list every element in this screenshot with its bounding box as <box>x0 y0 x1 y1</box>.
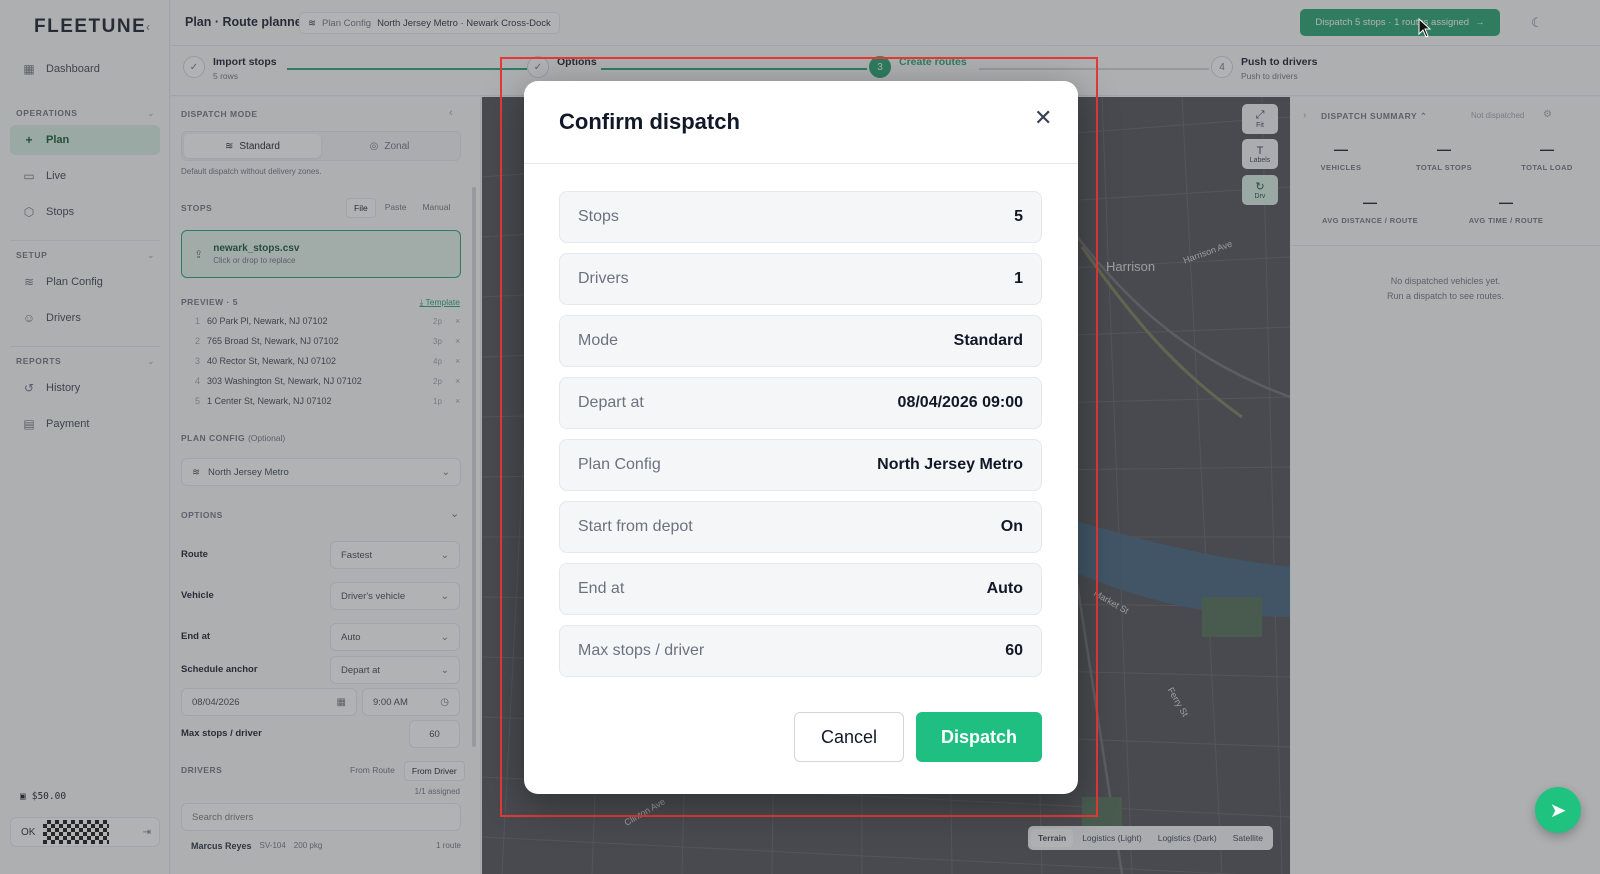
summary-row-start-from-depot: Start from depot On <box>559 501 1042 553</box>
row-label: Drivers <box>578 270 629 287</box>
row-value: 1 <box>1014 270 1023 287</box>
mouse-cursor-icon <box>1418 18 1432 38</box>
row-value: Standard <box>953 332 1023 349</box>
cancel-button[interactable]: Cancel <box>794 712 904 762</box>
confirm-dispatch-modal: Confirm dispatch ✕ Stops 5 Drivers 1 Mod… <box>524 81 1078 794</box>
modal-title: Confirm dispatch <box>559 109 740 134</box>
summary-row-end-at: End at Auto <box>559 563 1042 615</box>
divider <box>524 163 1078 164</box>
row-value: Auto <box>986 580 1023 597</box>
row-label: End at <box>578 580 625 597</box>
row-label: Stops <box>578 208 619 225</box>
row-value: 60 <box>1005 642 1023 659</box>
summary-row-max-stops: Max stops / driver 60 <box>559 625 1042 677</box>
summary-row-drivers: Drivers 1 <box>559 253 1042 305</box>
row-value: 5 <box>1014 208 1023 225</box>
dispatch-button[interactable]: Dispatch <box>916 712 1042 762</box>
summary-row-mode: Mode Standard <box>559 315 1042 367</box>
summary-row-stops: Stops 5 <box>559 191 1042 243</box>
summary-row-plan-config: Plan Config North Jersey Metro <box>559 439 1042 491</box>
send-icon: ➤ <box>1549 799 1567 822</box>
row-value: 08/04/2026 09:00 <box>897 394 1023 411</box>
row-value: North Jersey Metro <box>877 456 1023 473</box>
close-icon[interactable]: ✕ <box>1034 107 1052 129</box>
row-label: Mode <box>578 332 619 349</box>
send-fab-button[interactable]: ➤ <box>1535 787 1581 833</box>
row-label: Max stops / driver <box>578 642 705 659</box>
row-label: Plan Config <box>578 456 661 473</box>
row-label: Depart at <box>578 394 644 411</box>
row-label: Start from depot <box>578 518 693 535</box>
row-value: On <box>1000 518 1023 535</box>
summary-row-depart-at: Depart at 08/04/2026 09:00 <box>559 377 1042 429</box>
